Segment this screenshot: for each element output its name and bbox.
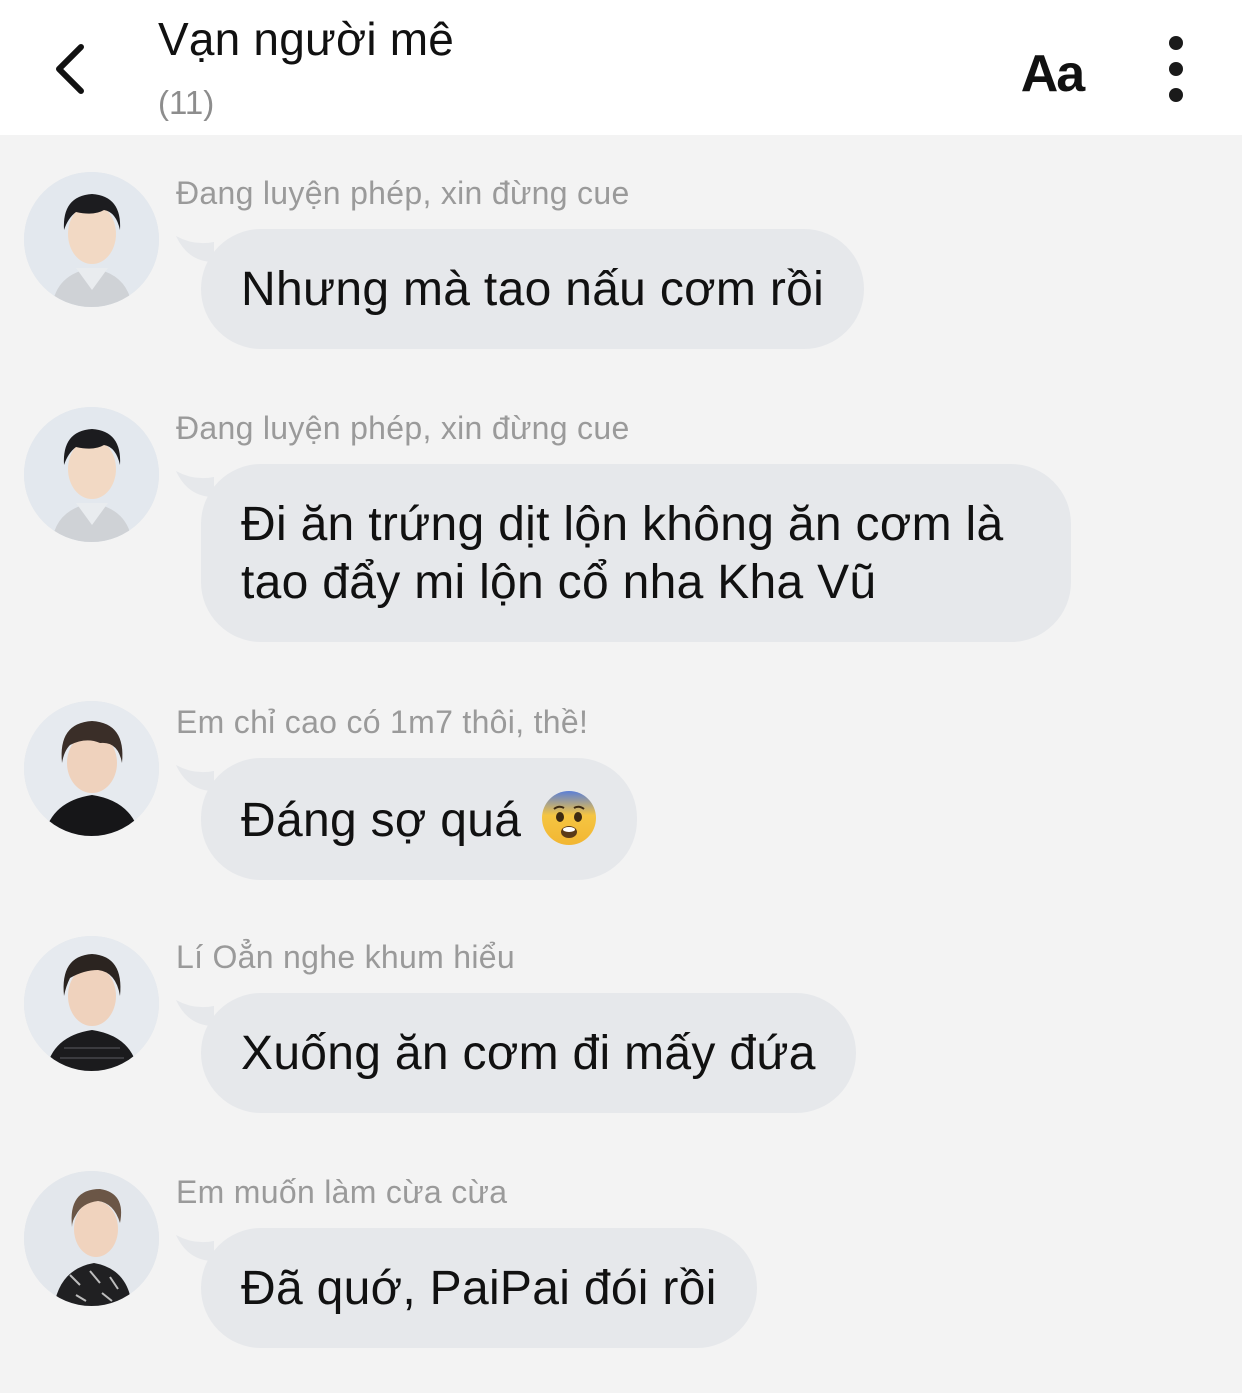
avatar[interactable]: [24, 936, 159, 1071]
avatar-photo: [24, 936, 159, 1071]
group-title[interactable]: Vạn người mê: [158, 12, 454, 66]
message-item: Đang luyện phép, xin đừng cue Đi ăn trứn…: [0, 407, 1242, 647]
chat-screen: Vạn người mê (11) Aa Đang luyện phép, xi…: [0, 0, 1242, 1393]
more-dot-icon: [1169, 36, 1183, 50]
avatar-photo: [24, 172, 159, 307]
message-item: Em chỉ cao có 1m7 thôi, thề! Đáng sợ quá: [0, 701, 1242, 881]
avatar-photo: [24, 701, 159, 836]
chat-header: Vạn người mê (11) Aa: [0, 0, 1242, 135]
sender-name: Lí Oẳn nghe khum hiểu: [176, 939, 515, 975]
back-button[interactable]: [36, 30, 106, 108]
message-bubble[interactable]: Đi ăn trứng dịt lộn không ăn cơm là tao …: [201, 464, 1071, 642]
more-dot-icon: [1169, 62, 1183, 76]
avatar-photo: [24, 407, 159, 542]
sender-name: Đang luyện phép, xin đừng cue: [176, 410, 630, 446]
avatar-photo: [24, 1171, 159, 1306]
chevron-left-icon: [56, 44, 84, 94]
message-bubble[interactable]: Đáng sợ quá: [201, 758, 637, 880]
sender-name: Em muốn làm cừa cừa: [176, 1174, 508, 1210]
member-count: (11): [158, 84, 215, 121]
avatar[interactable]: [24, 701, 159, 836]
message-item: Em muốn làm cừa cừa Đã quớ, PaiPai đói r…: [0, 1171, 1242, 1351]
message-text: Xuống ăn cơm đi mấy đứa: [241, 1027, 816, 1080]
message-item: Lí Oẳn nghe khum hiểu Xuống ăn cơm đi mấ…: [0, 936, 1242, 1116]
message-item: Đang luyện phép, xin đừng cue Nhưng mà t…: [0, 172, 1242, 352]
more-dot-icon: [1169, 88, 1183, 102]
message-text: Đã quớ, PaiPai đói rồi: [241, 1262, 717, 1315]
message-text: Nhưng mà tao nấu cơm rồi: [241, 263, 825, 316]
message-bubble[interactable]: Đã quớ, PaiPai đói rồi: [201, 1228, 757, 1348]
sender-name: Đang luyện phép, xin đừng cue: [176, 175, 630, 211]
font-size-button[interactable]: Aa: [1016, 40, 1088, 108]
message-text: Đi ăn trứng dịt lộn không ăn cơm là tao …: [241, 498, 1004, 609]
avatar[interactable]: [24, 407, 159, 542]
avatar[interactable]: [24, 172, 159, 307]
message-bubble[interactable]: Nhưng mà tao nấu cơm rồi: [201, 229, 865, 349]
message-bubble[interactable]: Xuống ăn cơm đi mấy đứa: [201, 993, 856, 1113]
sender-name: Em chỉ cao có 1m7 thôi, thề!: [176, 704, 589, 740]
avatar[interactable]: [24, 1171, 159, 1306]
fearful-face-emoji-icon: [541, 791, 596, 845]
more-options-button[interactable]: [1150, 32, 1202, 106]
message-text: Đáng sợ quá: [241, 794, 522, 847]
